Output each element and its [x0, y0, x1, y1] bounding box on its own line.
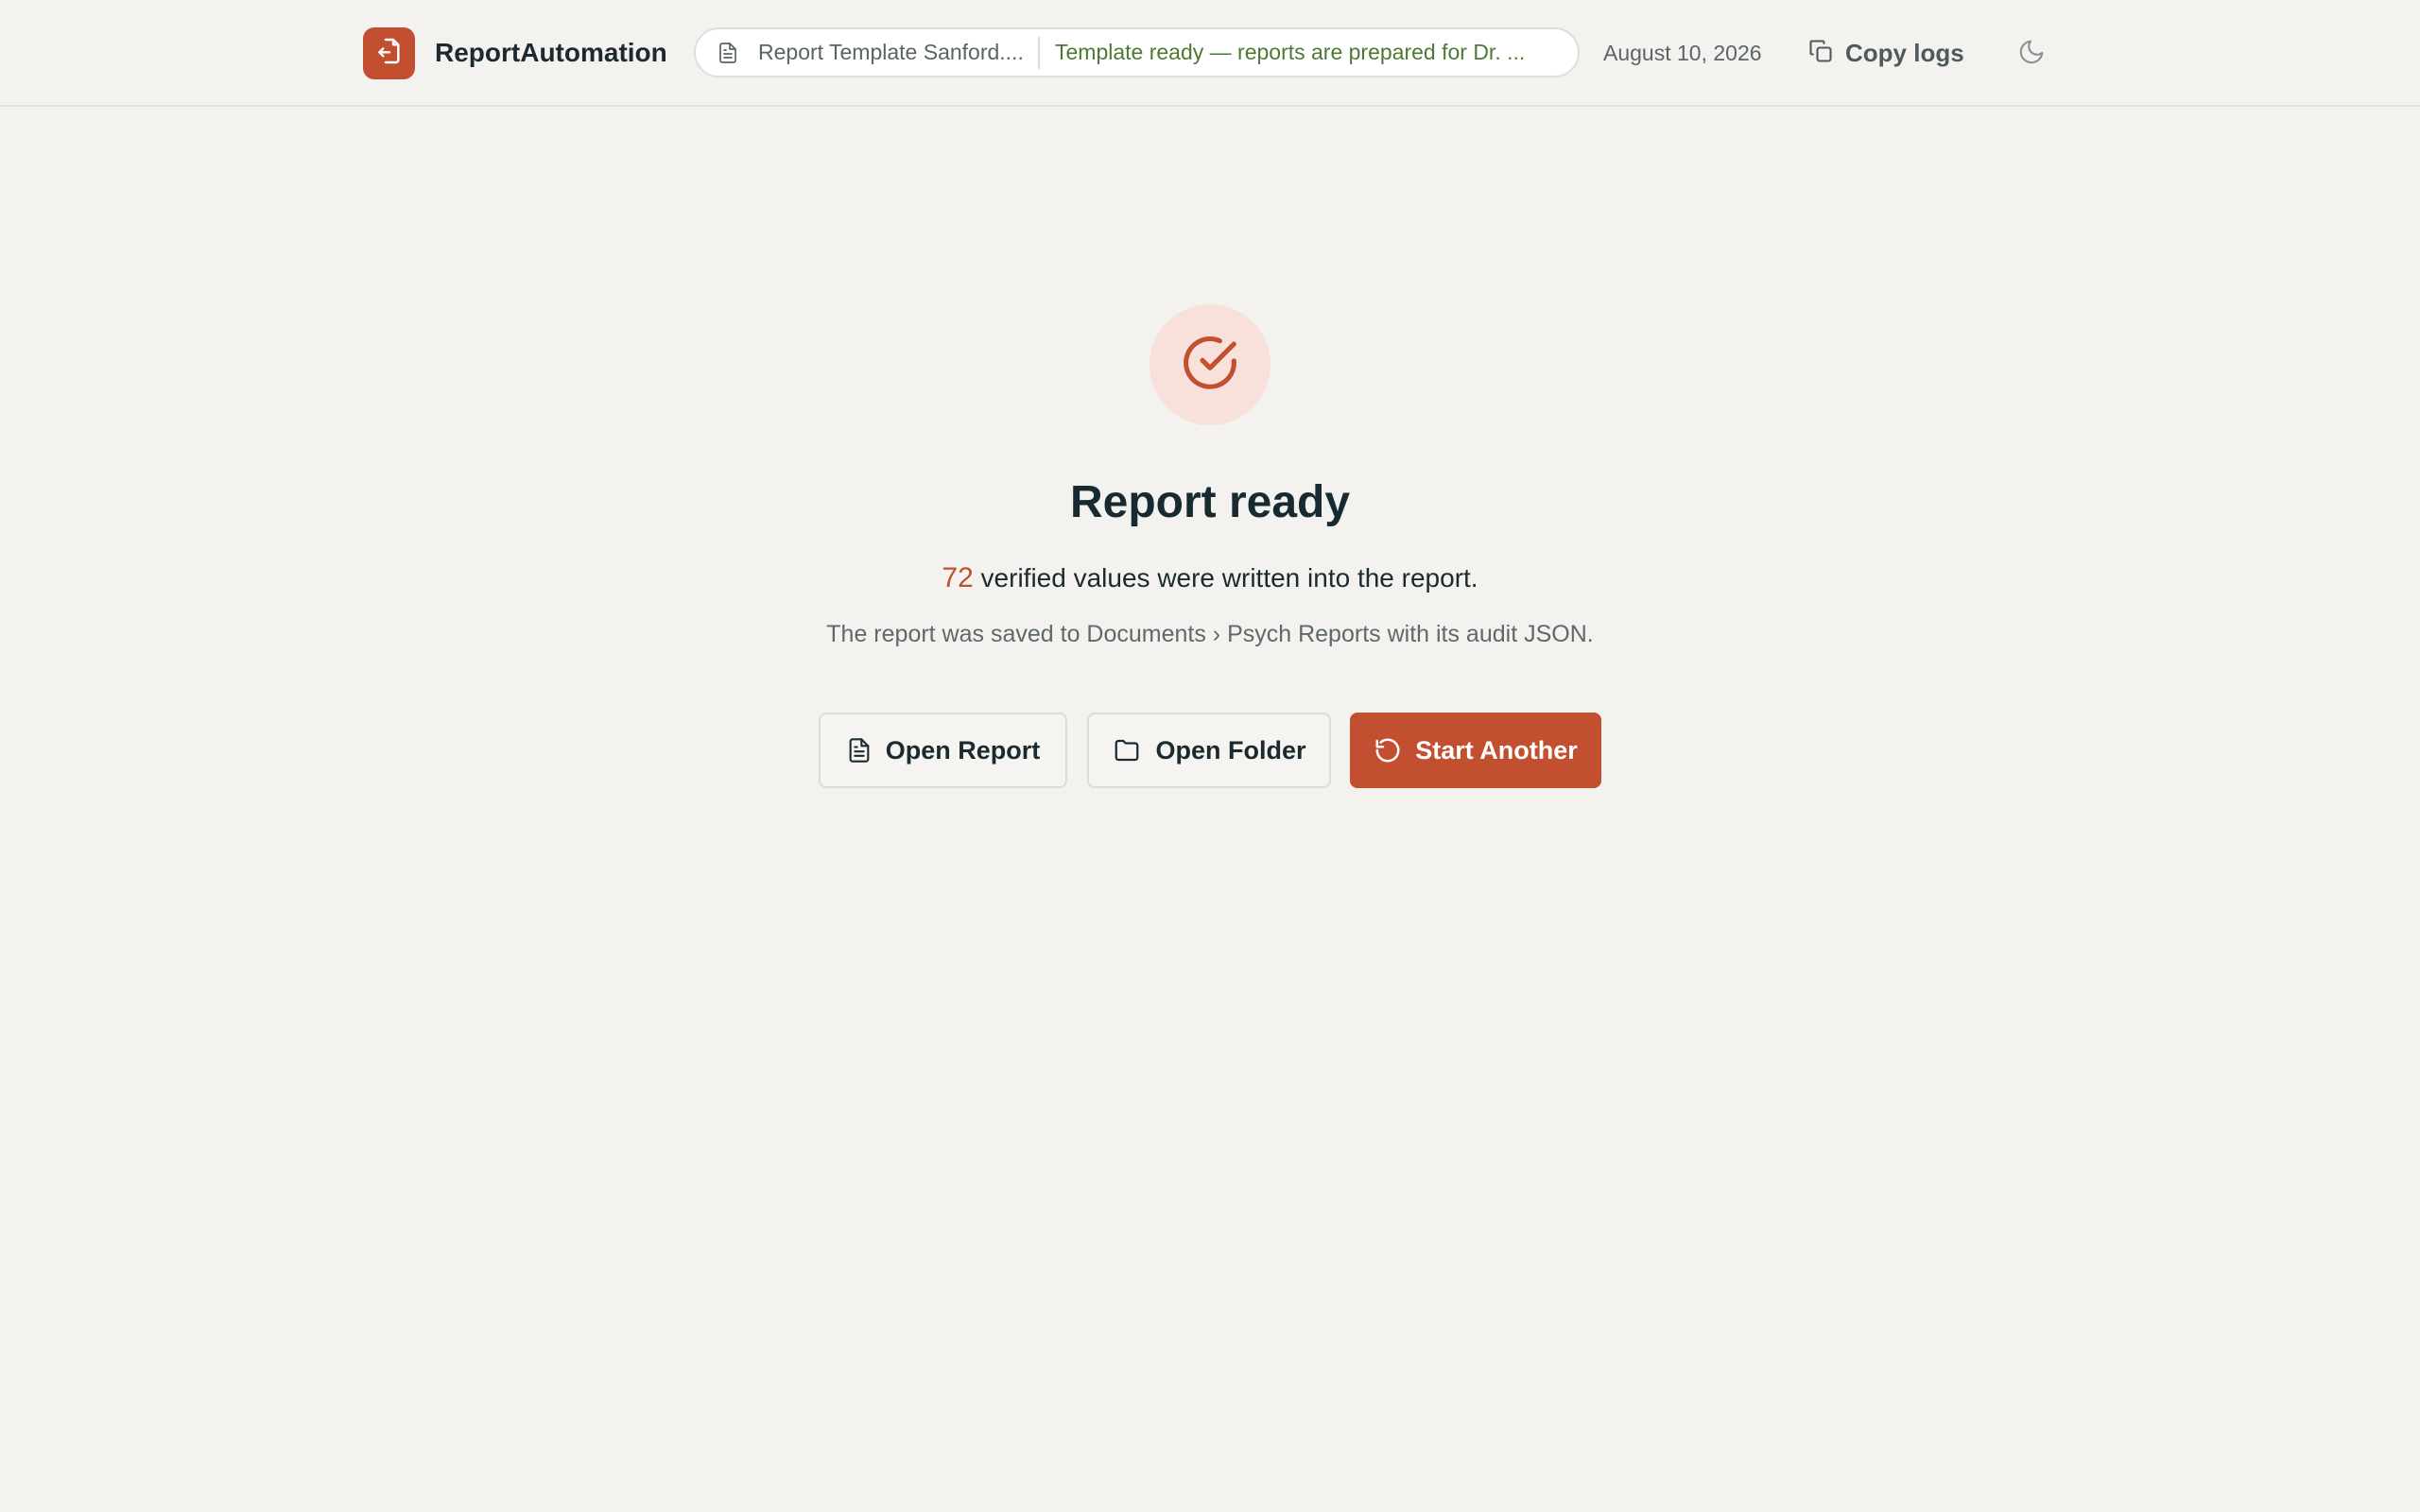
open-folder-button[interactable]: Open Folder [1087, 713, 1331, 788]
copy-logs-label: Copy logs [1845, 38, 1964, 67]
template-status-text: Template ready — reports are prepared fo… [1055, 40, 1526, 64]
template-name: Report Template Sanford.... [758, 40, 1024, 64]
moon-icon [2017, 38, 2046, 71]
result-title: Report ready [1069, 477, 1351, 527]
open-report-button[interactable]: Open Report [819, 713, 1067, 788]
summary-text: verified values were written into the re… [973, 563, 1478, 593]
check-circle-icon [1180, 333, 1240, 398]
pill-divider [1038, 36, 1040, 69]
start-another-label: Start Another [1415, 735, 1578, 765]
copy-logs-button[interactable]: Copy logs [1807, 32, 1964, 74]
app-name: ReportAutomation [435, 38, 667, 67]
saved-location-note: The report was saved to Documents › Psyc… [826, 621, 1594, 647]
template-status-pill[interactable]: Report Template Sanford.... Template rea… [694, 27, 1580, 77]
verified-count: 72 [942, 562, 974, 593]
open-folder-label: Open Folder [1155, 735, 1306, 765]
document-export-icon [374, 36, 405, 71]
copy-icon [1807, 38, 1834, 69]
top-bar: ReportAutomation Report Template Sanford… [0, 0, 2420, 107]
refresh-icon [1374, 736, 1402, 765]
open-report-label: Open Report [885, 735, 1041, 765]
theme-toggle-button[interactable] [2014, 36, 2049, 72]
file-text-icon [846, 736, 873, 765]
result-summary: 72 verified values were written into the… [0, 559, 2420, 597]
file-icon [717, 39, 741, 67]
current-date: August 10, 2026 [1603, 41, 1762, 65]
folder-icon [1112, 736, 1142, 765]
app-logo [363, 27, 415, 79]
start-another-button[interactable]: Start Another [1350, 713, 1601, 788]
success-badge [1150, 304, 1270, 425]
